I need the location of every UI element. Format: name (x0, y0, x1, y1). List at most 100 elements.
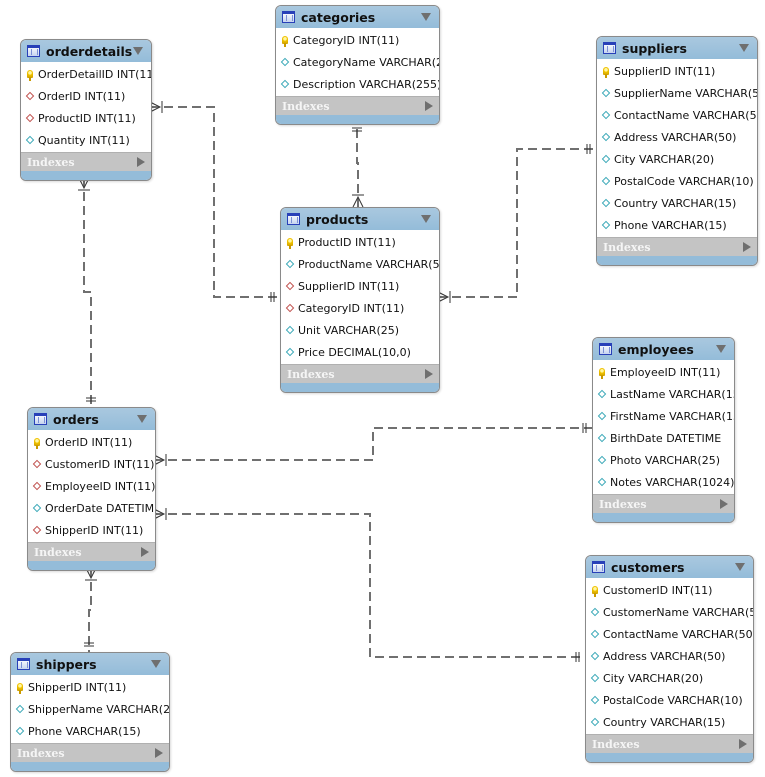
collapse-toggle-icon[interactable] (133, 47, 143, 55)
collapse-toggle-icon[interactable] (421, 13, 431, 21)
column-row[interactable]: PostalCode VARCHAR(10) (586, 689, 753, 711)
column-label: PostalCode VARCHAR(10) (614, 174, 754, 188)
table-products[interactable]: products ProductID INT(11) ProductName VAR… (280, 207, 440, 393)
collapse-toggle-icon[interactable] (739, 44, 749, 52)
column-row[interactable]: Photo VARCHAR(25) (593, 449, 734, 471)
table-categories[interactable]: categories CategoryID INT(11) CategoryName… (275, 5, 440, 125)
primary-key-icon (32, 438, 42, 449)
table-header[interactable]: orders (28, 408, 155, 430)
column-row[interactable]: EmployeeID INT(11) (28, 475, 155, 497)
table-header[interactable]: orderdetails (21, 40, 151, 62)
collapse-toggle-icon[interactable] (421, 215, 431, 223)
column-row[interactable]: OrderID INT(11) (28, 431, 155, 453)
column-diamond-icon (601, 132, 611, 142)
column-row[interactable]: Description VARCHAR(255) (276, 73, 439, 95)
expand-arrow-icon[interactable] (141, 547, 149, 557)
expand-arrow-icon[interactable] (425, 369, 433, 379)
table-header[interactable]: shippers (11, 653, 169, 675)
expand-arrow-icon[interactable] (739, 739, 747, 749)
column-row[interactable]: LastName VARCHAR(15) (593, 383, 734, 405)
column-row[interactable]: Address VARCHAR(50) (586, 645, 753, 667)
table-header[interactable]: categories (276, 6, 439, 28)
collapse-toggle-icon[interactable] (151, 660, 161, 668)
collapse-toggle-icon[interactable] (716, 345, 726, 353)
table-footer (593, 513, 734, 522)
one-and-only-one-icon (270, 292, 275, 302)
column-diamond-icon (601, 154, 611, 164)
column-row[interactable]: OrderID INT(11) (21, 85, 151, 107)
column-diamond-icon (590, 629, 600, 639)
table-suppliers[interactable]: suppliers SupplierID INT(11) SupplierName … (596, 36, 758, 266)
column-row[interactable]: FirstName VARCHAR(15) (593, 405, 734, 427)
column-diamond-icon (590, 695, 600, 705)
column-label: Country VARCHAR(15) (614, 196, 737, 210)
relationship-line (83, 178, 92, 407)
table-header[interactable]: suppliers (597, 37, 757, 59)
column-row[interactable]: CustomerID INT(11) (28, 453, 155, 475)
column-row[interactable]: Phone VARCHAR(15) (11, 720, 169, 742)
column-diamond-icon (590, 673, 600, 683)
column-row[interactable]: CategoryName VARCHAR(25) (276, 51, 439, 73)
expand-arrow-icon[interactable] (720, 499, 728, 509)
column-row[interactable]: City VARCHAR(20) (597, 148, 757, 170)
column-row[interactable]: Quantity INT(11) (21, 129, 151, 151)
column-row[interactable]: CustomerID INT(11) (586, 579, 753, 601)
column-row[interactable]: Address VARCHAR(50) (597, 126, 757, 148)
collapse-toggle-icon[interactable] (735, 563, 745, 571)
indexes-section[interactable]: Indexes (21, 152, 151, 171)
column-row[interactable]: PostalCode VARCHAR(10) (597, 170, 757, 192)
column-row[interactable]: OrderDate DATETIME (28, 497, 155, 519)
table-header[interactable]: customers (586, 556, 753, 578)
collapse-toggle-icon[interactable] (137, 415, 147, 423)
indexes-section[interactable]: Indexes (586, 734, 753, 753)
indexes-section[interactable]: Indexes (593, 494, 734, 513)
column-row[interactable]: CustomerName VARCHAR(50) (586, 601, 753, 623)
table-orders[interactable]: orders OrderID INT(11) CustomerID INT(11) E… (27, 407, 156, 571)
expand-arrow-icon[interactable] (155, 748, 163, 758)
indexes-section[interactable]: Indexes (11, 743, 169, 762)
indexes-section[interactable]: Indexes (276, 96, 439, 115)
column-label: ProductID INT(11) (38, 111, 136, 125)
column-diamond-icon (15, 704, 25, 714)
column-row[interactable]: Price DECIMAL(10,0) (281, 341, 439, 363)
indexes-label: Indexes (34, 545, 82, 559)
column-diamond-icon (597, 477, 607, 487)
column-row[interactable]: ShipperID INT(11) (28, 519, 155, 541)
indexes-section[interactable]: Indexes (28, 542, 155, 561)
column-row[interactable]: Notes VARCHAR(1024) (593, 471, 734, 493)
column-row[interactable]: ShipperName VARCHAR(25) (11, 698, 169, 720)
column-row[interactable]: ProductName VARCHAR(50) (281, 253, 439, 275)
expand-arrow-icon[interactable] (425, 101, 433, 111)
indexes-section[interactable]: Indexes (281, 364, 439, 383)
primary-key-icon (15, 683, 25, 694)
column-row[interactable]: OrderDetailID INT(11) (21, 63, 151, 85)
indexes-section[interactable]: Indexes (597, 237, 757, 256)
column-row[interactable]: ShipperID INT(11) (11, 676, 169, 698)
table-header[interactable]: employees (593, 338, 734, 360)
table-header[interactable]: products (281, 208, 439, 230)
column-row[interactable]: ContactName VARCHAR(50) (597, 104, 757, 126)
column-row[interactable]: SupplierName VARCHAR(50) (597, 82, 757, 104)
column-row[interactable]: SupplierID INT(11) (597, 60, 757, 82)
column-row[interactable]: BirthDate DATETIME (593, 427, 734, 449)
column-row[interactable]: Unit VARCHAR(25) (281, 319, 439, 341)
table-employees[interactable]: employees EmployeeID INT(11) LastName VARC… (592, 337, 735, 523)
table-customers[interactable]: customers CustomerID INT(11) CustomerName … (585, 555, 754, 763)
column-row[interactable]: ContactName VARCHAR(50) (586, 623, 753, 645)
column-row[interactable]: ProductID INT(11) (281, 231, 439, 253)
column-row[interactable]: EmployeeID INT(11) (593, 361, 734, 383)
column-label: LastName VARCHAR(15) (610, 387, 735, 401)
table-shippers[interactable]: shippers ShipperID INT(11) ShipperName VAR… (10, 652, 170, 772)
table-orderdetails[interactable]: orderdetails OrderDetailID INT(11) OrderID… (20, 39, 152, 181)
column-row[interactable]: Phone VARCHAR(15) (597, 214, 757, 236)
column-row[interactable]: CategoryID INT(11) (276, 29, 439, 51)
expand-arrow-icon[interactable] (743, 242, 751, 252)
column-row[interactable]: Country VARCHAR(15) (586, 711, 753, 733)
column-row[interactable]: City VARCHAR(20) (586, 667, 753, 689)
table-footer (11, 762, 169, 771)
expand-arrow-icon[interactable] (137, 157, 145, 167)
column-row[interactable]: Country VARCHAR(15) (597, 192, 757, 214)
column-row[interactable]: SupplierID INT(11) (281, 275, 439, 297)
column-row[interactable]: ProductID INT(11) (21, 107, 151, 129)
column-row[interactable]: CategoryID INT(11) (281, 297, 439, 319)
